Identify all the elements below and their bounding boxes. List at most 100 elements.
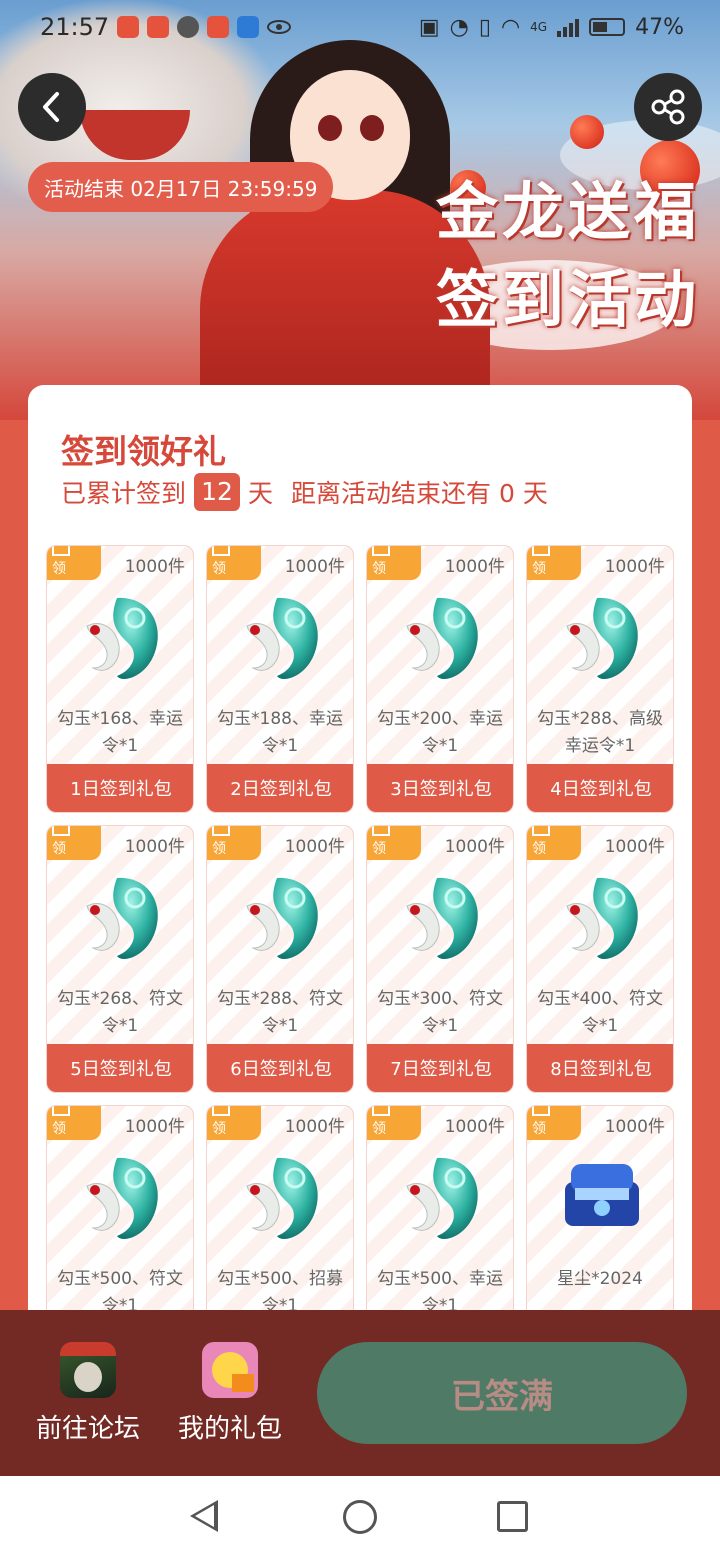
- gift-description: 勾玉*200、幸运令*1: [377, 709, 503, 756]
- notification-app-icon: [117, 16, 140, 38]
- gift-quantity: 1000件: [604, 557, 665, 577]
- nav-home-icon[interactable]: [343, 1500, 377, 1534]
- gift-quantity: 1000件: [124, 837, 185, 857]
- status-time: 21:57: [40, 13, 110, 41]
- gift-card[interactable]: 领 1000件勾玉*168、幸运令*1 1日签到礼包: [46, 545, 194, 813]
- signed-days-badge: 12: [194, 473, 241, 511]
- receive-tag: 领: [367, 546, 421, 580]
- banner-title-line2: 签到活动: [435, 263, 700, 336]
- gift-package-button[interactable]: 6日签到礼包: [207, 1044, 353, 1092]
- nav-back-icon[interactable]: [190, 1500, 218, 1532]
- receive-tag: 领: [207, 1106, 261, 1140]
- gift-quantity: 1000件: [284, 557, 345, 577]
- gift-description: 勾玉*400、符文令*1: [537, 989, 663, 1036]
- receive-tag: 领: [527, 546, 581, 580]
- gift-quantity: 1000件: [284, 1117, 345, 1137]
- gift-description: 星尘*2024: [557, 1269, 643, 1289]
- gift-description: 勾玉*288、高级幸运令*1: [537, 709, 663, 756]
- receive-tag: 领: [207, 546, 261, 580]
- gift-card[interactable]: 领 1000件 勾玉*288、符文令*1 6日签到礼包: [206, 825, 354, 1093]
- magatama-icon: [77, 588, 167, 688]
- gift-card[interactable]: 领 1000件勾玉*288、高级幸运令*1 4日签到礼包: [526, 545, 674, 813]
- gift-quantity: 1000件: [284, 837, 345, 857]
- battery-percent: 47%: [635, 14, 684, 40]
- gift-quantity: 1000件: [604, 1117, 665, 1137]
- gift-package-button[interactable]: 8日签到礼包: [527, 1044, 673, 1092]
- wifi-icon: ◠: [500, 14, 521, 40]
- gift-card[interactable]: 领 1000件勾玉*188、幸运令*1 2日签到礼包: [206, 545, 354, 813]
- signal-icon: [557, 17, 580, 37]
- gift-package-button[interactable]: 2日签到礼包: [207, 764, 353, 812]
- gift-package-button[interactable]: 1日签到礼包: [47, 764, 193, 812]
- magatama-icon: [557, 868, 647, 968]
- gift-card[interactable]: 领 1000件勾玉*268、符文令*1 5日签到礼包: [46, 825, 194, 1093]
- share-icon: [651, 89, 685, 125]
- magatama-icon: [397, 588, 487, 688]
- gift-description: 勾玉*188、幸运令*1: [217, 709, 343, 756]
- gift-card[interactable]: 领 1000件勾玉*200、幸运令*1 3日签到礼包: [366, 545, 514, 813]
- magatama-icon: [77, 868, 167, 968]
- alarm-icon: ◔: [449, 14, 469, 40]
- gift-card[interactable]: 领 1000件勾玉*300、符文令*1 7日签到礼包: [366, 825, 514, 1093]
- eye-icon: [267, 20, 292, 34]
- magatama-icon: [557, 588, 647, 688]
- nav-recents-icon[interactable]: [497, 1501, 528, 1532]
- notification-app-icon: [177, 16, 200, 38]
- notification-app-icon: [207, 16, 230, 38]
- magatama-icon: [77, 1148, 167, 1248]
- system-nav-bar: [0, 1476, 720, 1560]
- magatama-icon: [397, 1148, 487, 1248]
- nfc-icon: ▣: [418, 14, 440, 40]
- receive-tag: 领: [207, 826, 261, 860]
- gift-quantity: 1000件: [124, 557, 185, 577]
- gift-quantity: 1000件: [444, 837, 505, 857]
- signed-prefix: 已累计签到: [61, 479, 187, 508]
- gift-quantity: 1000件: [124, 1117, 185, 1137]
- share-button[interactable]: [634, 73, 702, 141]
- battery-icon: [589, 18, 626, 36]
- activity-end-time: 活动结束 02月17日 23:59:59: [28, 162, 334, 212]
- gift-quantity: 1000件: [444, 557, 505, 577]
- lantern-icon: [570, 115, 604, 149]
- signed-suffix: 天: [248, 479, 274, 508]
- back-button[interactable]: [18, 73, 86, 141]
- signed-full-button[interactable]: 已签满: [317, 1342, 687, 1444]
- magatama-icon: [237, 1148, 327, 1248]
- notification-app-icon: [237, 16, 260, 38]
- notification-app-icon: [147, 16, 170, 38]
- receive-tag: 领: [367, 1106, 421, 1140]
- receive-tag: 领: [47, 546, 101, 580]
- gift-quantity: 1000件: [604, 837, 665, 857]
- gift-description: 勾玉*268、符文令*1: [57, 989, 183, 1036]
- gift-description: 勾玉*168、幸运令*1: [57, 709, 183, 756]
- status-bar: 21:57 ▣ ◔ ▯ ◠ 4G 47%: [0, 0, 720, 54]
- magatama-icon: [397, 868, 487, 968]
- gift-package-button[interactable]: 7日签到礼包: [367, 1044, 513, 1092]
- gift-package-button[interactable]: 3日签到礼包: [367, 764, 513, 812]
- checkin-summary: 已累计签到 12 天 距离活动结束还有 0 天: [61, 473, 548, 511]
- banner-title-line1: 金龙送福: [435, 175, 700, 248]
- forum-link[interactable]: 前往论坛: [18, 1342, 158, 1445]
- gift-card[interactable]: 领 1000件勾玉*400、符文令*1 8日签到礼包: [526, 825, 674, 1093]
- remaining-days-text: 距离活动结束还有 0 天: [291, 479, 548, 508]
- stardust-chest-icon: [557, 1148, 647, 1248]
- forum-icon: [60, 1342, 116, 1398]
- gift-package-button[interactable]: 4日签到礼包: [527, 764, 673, 812]
- checkin-card: 签到领好礼 已累计签到 12 天 距离活动结束还有 0 天 领 1000件 勾玉*1…: [28, 385, 692, 1385]
- receive-tag: 领: [47, 1106, 101, 1140]
- magatama-icon: [237, 588, 327, 688]
- my-gifts-link[interactable]: 我的礼包: [160, 1342, 300, 1445]
- gift-box-icon: [202, 1342, 258, 1398]
- gift-description: 勾玉*300、符文令*1: [377, 989, 503, 1036]
- gift-quantity: 1000件: [444, 1117, 505, 1137]
- receive-tag: 领: [367, 826, 421, 860]
- network-type: 4G: [530, 20, 548, 34]
- bottom-bar: 前往论坛 我的礼包 已签满: [0, 1310, 720, 1476]
- banner-title: 金龙送福 签到活动: [410, 168, 700, 344]
- card-title: 签到领好礼: [61, 432, 226, 471]
- receive-tag: 领: [527, 826, 581, 860]
- my-gifts-label: 我的礼包: [177, 1414, 282, 1444]
- receive-tag: 领: [47, 826, 101, 860]
- magatama-icon: [237, 868, 327, 968]
- gift-package-button[interactable]: 5日签到礼包: [47, 1044, 193, 1092]
